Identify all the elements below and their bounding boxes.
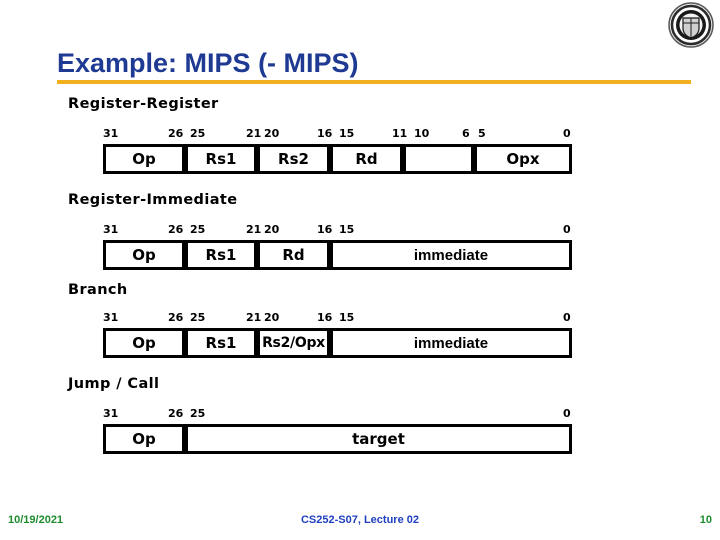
bit-index-label: 10 [414, 127, 430, 140]
field-label: Op [132, 429, 156, 448]
field-label: immediate [413, 334, 489, 352]
bit-index-label: 6 [462, 127, 470, 140]
bit-index-row-jump-call: 31 26 25 0 [0, 406, 720, 422]
format-heading-jump-call: Jump / Call [68, 376, 160, 392]
field-label: Opx [506, 149, 540, 168]
bit-index-label: 20 [264, 311, 280, 324]
field-label: target [352, 429, 405, 448]
field-box: Op [103, 144, 185, 174]
bit-index-label: 20 [264, 127, 280, 140]
bit-index-label: 26 [168, 127, 184, 140]
field-label: Rs1 [205, 149, 237, 168]
page-title: Example: MIPS (- MIPS) [57, 48, 359, 78]
title-block: Example: MIPS (- MIPS) [57, 48, 693, 84]
field-label: Op [132, 245, 156, 264]
field-label: Rs2 [278, 149, 309, 168]
bit-index-label: 25 [190, 127, 206, 140]
field-label: immediate [413, 246, 489, 264]
bit-index-label: 31 [103, 223, 119, 236]
bit-index-label: 26 [168, 223, 184, 236]
footer-course-label: CS252-S07, Lecture 02 [300, 514, 419, 526]
field-box: Rd [330, 144, 403, 174]
bit-index-label: 25 [190, 407, 206, 420]
bit-index-label: 26 [168, 407, 184, 420]
bit-index-label: 5 [478, 127, 486, 140]
field-box: Rs1 [185, 144, 257, 174]
field-box: Rd [257, 240, 330, 270]
title-underline-rule [57, 80, 691, 84]
bit-index-label: 0 [563, 223, 571, 236]
bit-index-label: 20 [264, 223, 280, 236]
bit-index-label: 16 [317, 223, 333, 236]
bit-index-label: 31 [103, 311, 119, 324]
bit-index-label: 0 [563, 311, 571, 324]
format-heading-branch: Branch [68, 282, 128, 298]
field-box: immediate [330, 328, 572, 358]
field-label: Rs2/Opx [262, 335, 325, 351]
field-label: Rd [355, 149, 378, 168]
field-label: Rs1 [205, 333, 237, 352]
field-box: target [185, 424, 572, 454]
field-label: Rs1 [205, 245, 237, 264]
field-box: Op [103, 424, 185, 454]
bit-index-label: 0 [563, 407, 571, 420]
field-label: Op [132, 333, 156, 352]
bit-index-row-register-register: 31 26 25 21 20 16 15 11 10 6 5 0 [0, 126, 720, 142]
field-box: Opx [474, 144, 572, 174]
bit-index-label: 0 [563, 127, 571, 140]
bit-index-label: 15 [339, 223, 355, 236]
field-box: Rs1 [185, 328, 257, 358]
bit-index-label: 11 [392, 127, 408, 140]
instruction-format-diagrams: Register-Register 31 26 25 21 20 16 15 11 10 6 5 0 Op… [0, 96, 720, 454]
field-box: Rs2 [257, 144, 330, 174]
bit-index-label: 21 [246, 223, 262, 236]
field-box: Rs1 [185, 240, 257, 270]
field-label: Rd [282, 245, 305, 264]
berkeley-seal-icon [666, 2, 716, 48]
field-box: Op [103, 328, 185, 358]
format-heading-register-immediate: Register-Immediate [68, 192, 238, 208]
bit-index-label: 31 [103, 127, 119, 140]
bit-index-label: 26 [168, 311, 184, 324]
field-label: Op [132, 149, 156, 168]
bit-index-row-register-immediate: 31 26 25 21 20 16 15 0 [0, 222, 720, 238]
bit-index-label: 21 [246, 127, 262, 140]
field-box: Rs2/Opx [257, 328, 330, 358]
bit-index-label: 31 [103, 407, 119, 420]
slide-footer: 10/19/2021 CS252-S07, Lecture 02 10 [0, 514, 720, 534]
field-box: immediate [330, 240, 572, 270]
footer-page-number: 10 [699, 514, 712, 526]
field-box: Op [103, 240, 185, 270]
bit-index-label: 16 [317, 311, 333, 324]
format-heading-register-register: Register-Register [68, 96, 219, 112]
bit-index-label: 25 [190, 311, 206, 324]
bit-index-row-branch: 31 26 25 21 20 16 15 0 [0, 310, 720, 326]
bit-index-label: 25 [190, 223, 206, 236]
bit-index-label: 21 [246, 311, 262, 324]
field-box [403, 144, 474, 174]
bit-index-label: 15 [339, 311, 355, 324]
bit-index-label: 15 [339, 127, 355, 140]
bit-index-label: 16 [317, 127, 333, 140]
